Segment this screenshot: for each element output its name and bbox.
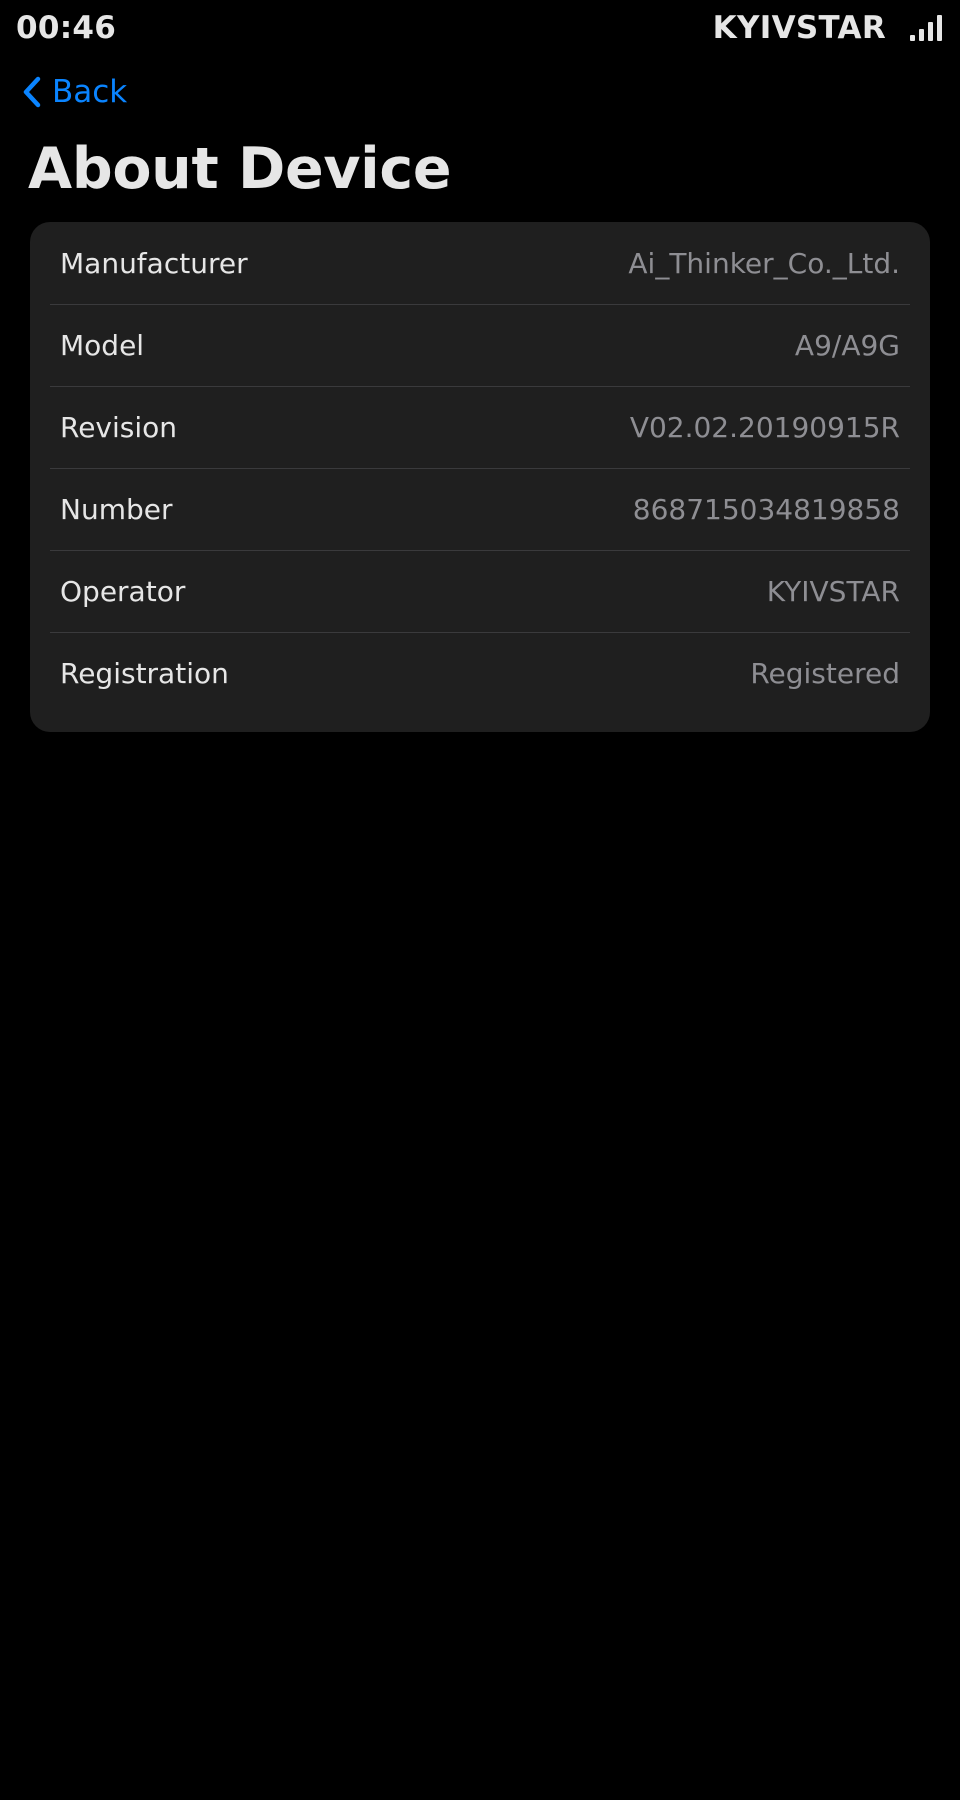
back-button[interactable]: Back (22, 70, 127, 114)
info-row-registration: Registration Registered (30, 632, 930, 714)
row-value: 868715034819858 (632, 492, 900, 526)
chevron-left-icon (23, 76, 41, 108)
info-row-revision: Revision V02.02.20190915R (30, 386, 930, 468)
status-right: KYIVSTAR (713, 10, 942, 46)
info-row-number: Number 868715034819858 (30, 468, 930, 550)
info-row-operator: Operator KYIVSTAR (30, 550, 930, 632)
row-label: Registration (60, 656, 229, 690)
info-row-model: Model A9/A9G (30, 304, 930, 386)
row-label: Number (60, 492, 173, 526)
row-value: Ai_Thinker_Co._Ltd. (628, 246, 900, 280)
row-label: Model (60, 328, 145, 362)
signal-bars-icon (910, 15, 942, 41)
status-bar: 00:46 KYIVSTAR (0, 0, 960, 62)
row-label: Operator (60, 574, 186, 608)
row-value: A9/A9G (794, 328, 900, 362)
row-value: Registered (750, 656, 900, 690)
about-device-screen: 00:46 KYIVSTAR Back About Device Manufac… (0, 0, 960, 1800)
status-carrier: KYIVSTAR (712, 10, 886, 46)
row-label: Manufacturer (60, 246, 248, 280)
row-label: Revision (60, 410, 178, 444)
row-value: KYIVSTAR (766, 574, 900, 608)
status-time: 00:46 (16, 10, 117, 46)
device-info-card: Manufacturer Ai_Thinker_Co._Ltd. Model A… (30, 222, 930, 732)
info-row-manufacturer: Manufacturer Ai_Thinker_Co._Ltd. (30, 222, 930, 304)
back-label: Back (52, 74, 128, 110)
page-title: About Device (28, 136, 452, 202)
row-value: V02.02.20190915R (629, 410, 900, 444)
